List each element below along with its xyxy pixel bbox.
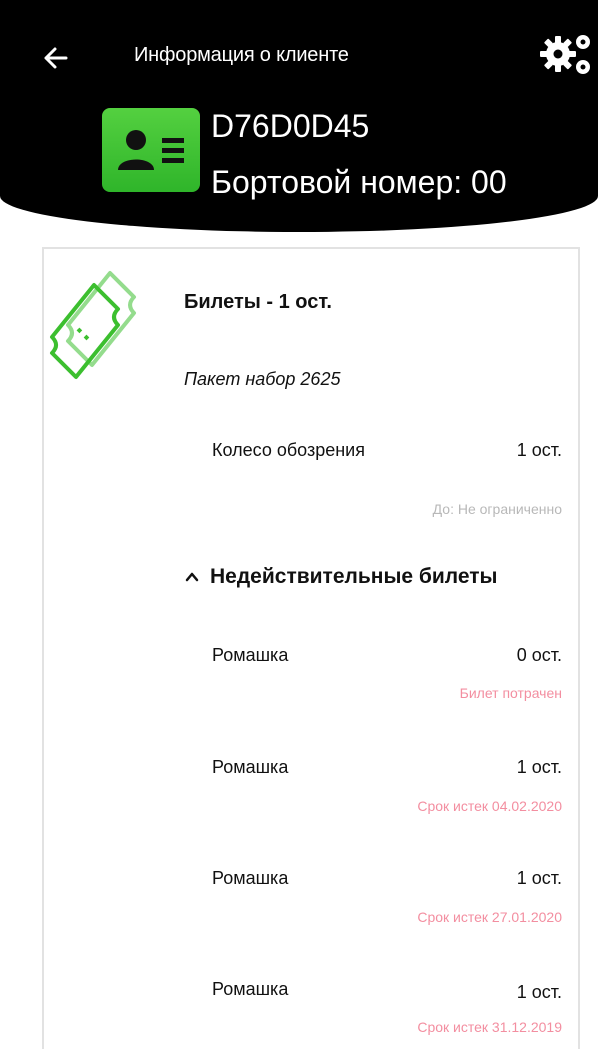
tickets-icon [50, 271, 136, 379]
invalid-ticket-count: 1 ост. [516, 868, 562, 888]
gears-icon [540, 35, 590, 74]
chevron-up-icon [185, 572, 199, 582]
invalid-ticket-status: Срок истек 27.01.2020 [417, 909, 562, 925]
header-bar: Информация о клиенте D76D0D45 Бортовой н… [0, 0, 598, 232]
package-name: Пакет набор 2625 [184, 369, 341, 389]
invalid-ticket-status: Билет потрачен [459, 685, 562, 701]
client-id: D76D0D45 [211, 108, 370, 144]
invalid-ticket-count: 1 ост. [516, 982, 562, 1002]
invalid-ticket-status: Срок истек 31.12.2019 [417, 1019, 562, 1035]
page-title: Информация о клиенте [134, 44, 349, 66]
invalid-ticket-name: Ромашка [212, 757, 289, 777]
board-number: Бортовой номер: 00 [211, 164, 507, 200]
settings-button[interactable] [536, 28, 598, 88]
tickets-title: Билеты - 1 ост. [184, 291, 332, 313]
invalid-ticket-count: 1 ост. [516, 757, 562, 777]
id-card-icon [102, 108, 200, 192]
ticket-validity: До: Не ограниченно [432, 501, 562, 517]
invalid-ticket-count: 0 ост. [516, 645, 562, 665]
invalid-tickets-toggle[interactable]: Недействительные билеты [184, 565, 497, 589]
invalid-ticket-name: Ромашка [212, 979, 289, 999]
ticket-count: 1 ост. [516, 440, 562, 460]
tickets-panel: Билеты - 1 ост. Пакет набор 2625 Колесо … [42, 247, 580, 1049]
arrow-left-icon [44, 47, 68, 69]
invalid-ticket-status: Срок истек 04.02.2020 [417, 798, 562, 814]
back-button[interactable] [36, 38, 80, 78]
invalid-tickets-label: Недействительные билеты [210, 565, 498, 588]
invalid-ticket-name: Ромашка [212, 868, 289, 888]
invalid-ticket-name: Ромашка [212, 645, 289, 665]
ticket-name: Колесо обозрения [212, 440, 365, 460]
